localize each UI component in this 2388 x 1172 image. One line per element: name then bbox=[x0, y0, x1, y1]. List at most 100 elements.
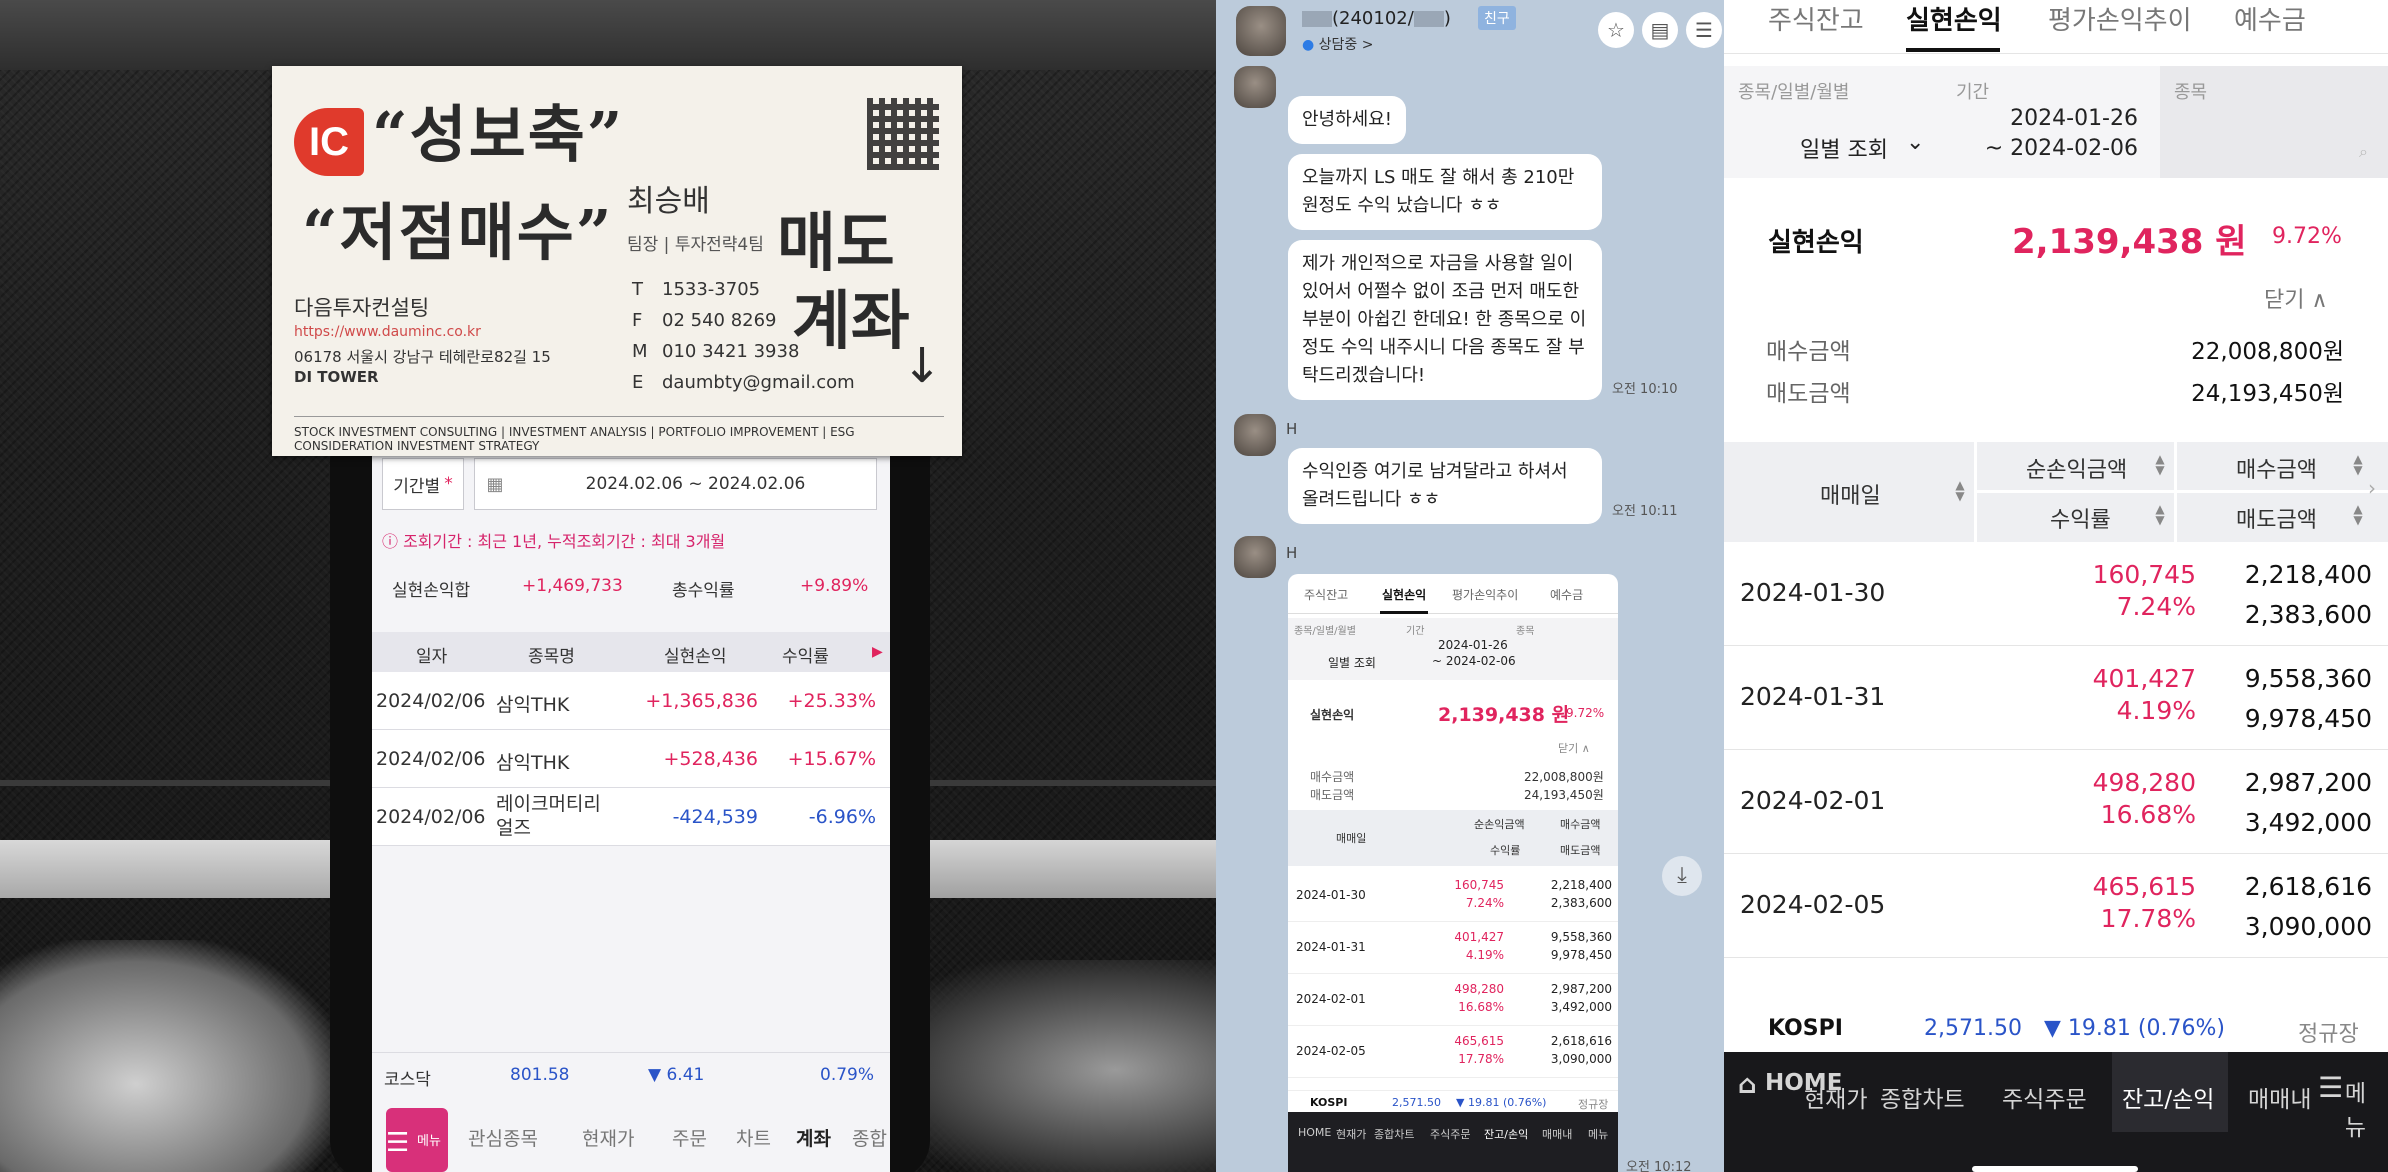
nav-chart[interactable]: 차트 bbox=[736, 1124, 771, 1151]
consult-status[interactable]: ● 상담중 > bbox=[1302, 34, 1374, 54]
total-rate-label: 총수익률 bbox=[672, 581, 735, 601]
col-net-pl[interactable]: 순손익금액 bbox=[2026, 452, 2127, 484]
nav-balance-pl[interactable]: 잔고/손익 bbox=[2112, 1052, 2228, 1132]
sort-icon[interactable]: ▲ ▼ bbox=[2352, 503, 2364, 526]
nav-price[interactable]: 현재가 bbox=[582, 1124, 634, 1151]
table-row[interactable]: 2024-02-01 498,280 16.68% 2,987,200 3,492,00… bbox=[1724, 750, 2388, 854]
download-icon[interactable]: ⤓ bbox=[1662, 856, 1702, 896]
kospi-ticker: KOSPI 2,571.50 ▼ 19.81 (0.76%) 정규장 bbox=[1724, 1004, 2388, 1054]
card-footer: STOCK INVESTMENT CONSULTING | INVESTMENT… bbox=[294, 416, 944, 453]
row-pl: +1,365,836 bbox=[645, 690, 758, 712]
row-rate: +15.67% bbox=[787, 748, 876, 770]
tab-deposit[interactable]: 예수금 bbox=[2234, 0, 2306, 37]
chat-menu-icon[interactable]: ☰ bbox=[1686, 12, 1722, 48]
contact-line: T 1533-3705 bbox=[632, 279, 761, 300]
period-label: 기간 bbox=[1956, 82, 1990, 103]
shared-screenshot-image[interactable]: 주식잔고 실현손익 평가손익추이 예수금 종목/일별/월별 일별 조회 기간 2… bbox=[1288, 574, 1618, 1172]
date-range-text: 2024.02.06 ~ 2024.02.06 bbox=[585, 474, 806, 494]
message-time: 오전 10:12 bbox=[1626, 1160, 1692, 1172]
sender-avatar[interactable] bbox=[1234, 66, 1276, 108]
kospi-value: 2,571.50 bbox=[1924, 1016, 2022, 1041]
menu-button[interactable]: ☰ 메뉴 bbox=[386, 1108, 448, 1172]
nav-chart[interactable]: 종합차트 bbox=[1880, 1080, 1965, 1114]
nav-order[interactable]: 주문 bbox=[672, 1124, 707, 1151]
table-row[interactable]: 2024/02/06 삼익THK +1,365,836 +25.33% bbox=[372, 672, 890, 730]
search-icon[interactable]: ⌕ bbox=[2359, 142, 2368, 162]
view-mode-select[interactable]: 종목/일별/월별 일별 조회 ⌄ bbox=[1724, 66, 1942, 178]
chevron-right-icon[interactable]: › bbox=[2368, 476, 2376, 500]
view-mode-value: 일별 조회 bbox=[1800, 138, 1888, 163]
tab-valuation-trend[interactable]: 평가손익추이 bbox=[2048, 0, 2192, 37]
col-pl: 실현손익 bbox=[664, 647, 727, 667]
row-rate: -6.96% bbox=[808, 806, 876, 828]
date-to: ~ 2024-02-06 bbox=[1984, 136, 2138, 161]
sort-icon[interactable]: ▲ ▼ bbox=[2154, 453, 2166, 476]
period-filter: 기간별 * ▦ 2024.02.06 ~ 2024.02.06 bbox=[382, 458, 877, 510]
tab-realized-pl[interactable]: 실현손익 bbox=[1906, 0, 2002, 37]
table-row[interactable]: 2024-02-05 465,615 17.78% 2,618,616 3,090,00… bbox=[1724, 854, 2388, 958]
row-buy: 2,987,200 bbox=[2244, 768, 2372, 797]
query-notice: ⓘ 조회기간 : 최근 1년, 누적조회기간 : 최대 3개월 bbox=[382, 532, 726, 551]
table-row[interactable]: 2024/02/06 레이크머티리얼즈 -424,539 -6.96% bbox=[372, 788, 890, 846]
row-date: 2024-01-30 bbox=[1740, 578, 1886, 607]
buy-amount-label: 매수금액 bbox=[1766, 339, 1851, 365]
sort-icon[interactable]: ▲ ▼ bbox=[2352, 453, 2364, 476]
calendar-icon[interactable]: ▦ bbox=[475, 474, 515, 495]
col-buy[interactable]: 매수금액 bbox=[2236, 452, 2317, 484]
realized-label: 실현손익 bbox=[1768, 228, 1864, 258]
table-header: 매매일 ▲ ▼ 순손익금액 ▲ ▼ 수익률 ▲ ▼ 매수금액 ▲ ▼ 매도금액 ▲ ▼ › bbox=[1724, 442, 2388, 542]
message-time: 오전 10:10 bbox=[1612, 382, 1678, 397]
notes-icon[interactable]: ▤ bbox=[1642, 12, 1678, 48]
table-row[interactable]: 2024-01-31 401,427 4.19% 9,558,360 9,978,450 bbox=[1724, 646, 2388, 750]
mini-filter: 종목/일별/월별 일별 조회 기간 2024-01-26 ~ 2024-02-0… bbox=[1288, 618, 1618, 680]
date-range-input[interactable]: ▦ 2024.02.06 ~ 2024.02.06 bbox=[474, 458, 877, 510]
row-net: 465,615 bbox=[2092, 872, 2196, 901]
handwriting-line2: “저점매수” bbox=[302, 196, 614, 269]
sender-avatar[interactable] bbox=[1234, 536, 1276, 578]
mini-tab: 예수금 bbox=[1550, 588, 1584, 602]
nav-overview[interactable]: 종합 bbox=[852, 1124, 887, 1151]
col-rate[interactable]: 수익률 bbox=[2050, 502, 2111, 534]
table-row[interactable]: 2024/02/06 삼익THK +528,436 +15.67% bbox=[372, 730, 890, 788]
qr-code-icon bbox=[867, 98, 939, 170]
period-select[interactable]: 기간 2024-01-26 ~ 2024-02-06 bbox=[1942, 66, 2160, 178]
col-trade-date[interactable]: 매매일 bbox=[1820, 478, 1881, 510]
contact-avatar[interactable] bbox=[1236, 6, 1286, 56]
contact-name[interactable]: (240102/) bbox=[1302, 8, 1451, 29]
buy-amount-row: 매수금액 22,008,800원 bbox=[1724, 332, 2388, 372]
summary-row: 실현손익합 +1,469,733 총수익률 +9.89% bbox=[372, 562, 890, 612]
row-name: 레이크머티리얼즈 bbox=[496, 793, 601, 839]
favorite-star-icon[interactable]: ☆ bbox=[1598, 12, 1634, 48]
nav-trade-history[interactable]: 매매내 bbox=[2248, 1080, 2311, 1114]
buy-amount-value: 22,008,800원 bbox=[2191, 339, 2344, 365]
mini-tab: 주식잔고 bbox=[1304, 588, 1349, 602]
sort-icon[interactable]: ▲ ▼ bbox=[2154, 503, 2166, 526]
collapse-button[interactable]: 닫기 ∧ bbox=[2264, 282, 2328, 314]
row-rate: 4.19% bbox=[2116, 696, 2196, 725]
sender-avatar[interactable] bbox=[1234, 414, 1276, 456]
view-mode-label: 종목/일별/월별 bbox=[1738, 82, 1850, 103]
row-sell: 3,090,000 bbox=[2244, 912, 2372, 941]
period-label: 기간별 bbox=[393, 476, 441, 497]
stock-search-field[interactable]: 종목 ⌕ bbox=[2160, 66, 2388, 178]
nav-account[interactable]: 계좌 bbox=[796, 1124, 831, 1151]
sort-icon[interactable]: ▲ ▼ bbox=[1954, 479, 1966, 502]
period-select[interactable]: 기간별 * bbox=[382, 458, 464, 510]
summary-value: +1,469,733 bbox=[522, 576, 623, 596]
scroll-right-icon[interactable]: ▶ bbox=[872, 644, 883, 660]
index-value: 801.58 bbox=[510, 1065, 570, 1085]
nav-watchlist[interactable]: 관심종목 bbox=[468, 1124, 538, 1151]
home-indicator bbox=[1972, 1166, 2138, 1172]
nav-price[interactable]: 현재가 bbox=[1804, 1080, 1867, 1114]
col-sell[interactable]: 매도금액 bbox=[2236, 502, 2317, 534]
table-row[interactable]: 2024-01-30 160,745 7.24% 2,218,400 2,383,600 bbox=[1724, 542, 2388, 646]
tab-stock-balance[interactable]: 주식잔고 bbox=[1768, 0, 1864, 37]
nav-order[interactable]: 주식주문 bbox=[2002, 1080, 2087, 1114]
row-buy: 9,558,360 bbox=[2244, 664, 2372, 693]
tab-bar: 주식잔고 실현손익 평가손익추이 예수금 bbox=[1724, 0, 2388, 54]
row-buy: 2,618,616 bbox=[2244, 872, 2372, 901]
photo-panel: 기간별 * ▦ 2024.02.06 ~ 2024.02.06 ⓘ 조회기간 :… bbox=[0, 0, 1216, 1172]
bottom-nav: ⌂ HOME 현재가 종합차트 주식주문 잔고/손익 매매내 ☰ 메뉴 bbox=[1724, 1052, 2388, 1172]
kospi-change: ▼ 19.81 (0.76%) bbox=[2044, 1016, 2225, 1041]
mini-nav: HOME 현재가 종합차트 주식주문 잔고/손익 매매내 메뉴 bbox=[1288, 1112, 1618, 1172]
